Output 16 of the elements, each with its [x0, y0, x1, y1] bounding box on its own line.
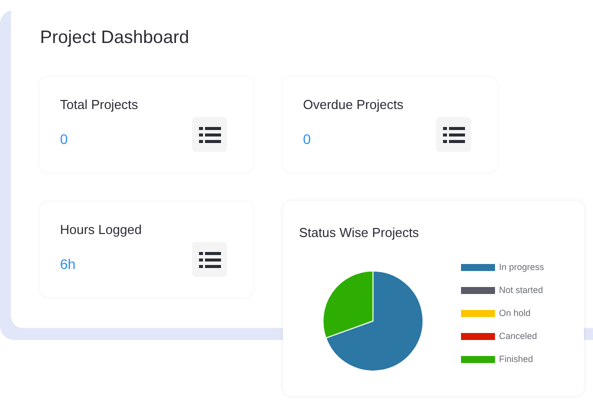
stat-label: Total Projects	[60, 96, 138, 114]
legend-label: Finished	[499, 352, 534, 366]
list-icon[interactable]	[192, 117, 227, 152]
stat-label: Overdue Projects	[303, 96, 404, 114]
stat-value: 0	[60, 130, 69, 148]
list-icon[interactable]	[436, 117, 471, 152]
stat-value: 0	[303, 130, 312, 148]
page-title: Project Dashboard	[40, 26, 190, 48]
stat-value: 6h	[60, 254, 77, 274]
legend-label: Not started	[499, 284, 544, 297]
legend-label: On hold	[499, 306, 531, 320]
legend-label: In progress	[499, 260, 544, 274]
stat-label: Hours Logged	[60, 221, 142, 239]
chart-title: Status Wise Projects	[299, 224, 420, 242]
list-icon[interactable]	[192, 242, 227, 277]
legend-label: Canceled	[499, 330, 538, 343]
